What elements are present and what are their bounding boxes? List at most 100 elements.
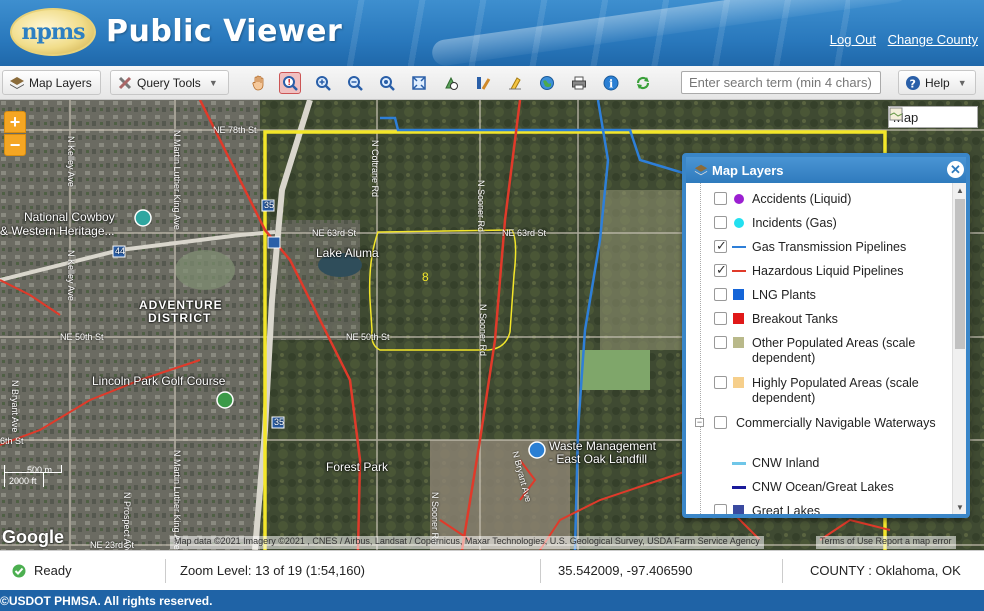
layer-item[interactable]: CNW Ocean/Great Lakes [686, 479, 956, 499]
map-terms-links[interactable]: Terms of Use Report a map error [816, 536, 956, 549]
collapse-icon[interactable]: − [695, 418, 704, 427]
road-label: NE 50th St [346, 332, 390, 342]
zoom-previous-icon[interactable] [376, 72, 398, 94]
layer-item[interactable]: Gas Transmission Pipelines [686, 238, 956, 259]
layer-checkbox[interactable] [714, 504, 727, 514]
layer-item[interactable]: CNW Inland [686, 455, 956, 475]
zoom-in-button[interactable]: + [4, 111, 26, 133]
layer-item[interactable]: − Commercially Navigable Waterways [686, 415, 956, 451]
layer-checkbox[interactable] [714, 238, 727, 254]
poi-label: National Cowboy [24, 210, 115, 224]
poi-label: & Western Heritage... [0, 224, 115, 238]
layers-icon [694, 164, 708, 176]
scale-bar: 500 m 2000 ft [4, 465, 62, 487]
layer-label: LNG Plants [752, 288, 816, 302]
road-label: NE 78th St [213, 125, 257, 135]
log-out-link[interactable]: Log Out [830, 32, 876, 47]
poi-label: Lake Aluma [316, 246, 379, 260]
info-icon[interactable]: i [600, 72, 622, 94]
change-county-link[interactable]: Change County [888, 32, 978, 47]
layer-label: Great Lakes [752, 504, 821, 514]
scrollbar-thumb[interactable] [955, 199, 965, 349]
logo-text: npms [21, 19, 85, 45]
status-separator [165, 559, 166, 583]
layer-item[interactable]: LNG Plants [686, 287, 956, 307]
poi-label: Waste Management [549, 439, 656, 453]
layer-item[interactable]: Great Lakes [686, 503, 956, 514]
map-layers-button[interactable]: Map Layers [2, 70, 101, 95]
layers-panel-titlebar[interactable]: Map Layers ✕ [686, 157, 966, 183]
layer-checkbox[interactable] [714, 312, 727, 325]
point-symbol-icon [734, 194, 744, 204]
layer-item[interactable]: Incidents (Gas) [686, 215, 956, 235]
svg-text:?: ? [910, 77, 916, 90]
polygon-symbol-icon [733, 377, 744, 388]
zoom-control: + − [4, 111, 26, 156]
line-symbol-icon [732, 486, 746, 489]
layer-checkbox[interactable] [714, 262, 727, 278]
footer: ©USDOT PHMSA. All rights reserved. [0, 590, 984, 611]
clear-icon[interactable] [440, 72, 462, 94]
road-label: N Sooner Rd [476, 180, 486, 233]
layer-checkbox[interactable] [714, 336, 727, 349]
basemap-toggle-button[interactable]: Map [888, 106, 978, 128]
district-label: ADVENTURE [139, 298, 223, 312]
layer-item[interactable]: Highly Populated Areas (scale dependent) [686, 375, 956, 411]
layer-checkbox[interactable] [714, 376, 727, 389]
zoom-in-icon[interactable] [312, 72, 334, 94]
point-symbol-icon [734, 218, 744, 228]
road-label: NE 63rd St [312, 228, 357, 238]
poi-label: Lincoln Park Golf Course [92, 374, 226, 388]
zoom-out-icon[interactable] [344, 72, 366, 94]
road-label: N Prospect Ave [122, 492, 132, 550]
query-tools-button[interactable]: Query Tools ▼ [110, 70, 229, 95]
zoom-level-text: Zoom Level: 13 of 19 (1:54,160) [180, 563, 366, 578]
search-input[interactable] [681, 71, 881, 94]
polygon-symbol-icon [733, 289, 744, 300]
refresh-icon[interactable] [632, 72, 654, 94]
line-symbol-icon [732, 462, 746, 465]
print-icon[interactable] [568, 72, 590, 94]
pan-hand-icon[interactable] [248, 72, 270, 94]
full-extent-icon[interactable] [408, 72, 430, 94]
draw-icon[interactable] [472, 72, 494, 94]
map-layers-label: Map Layers [29, 75, 92, 90]
layers-icon [10, 76, 24, 89]
scale-top: 500 m [4, 465, 62, 475]
identify-icon[interactable]: ! [279, 72, 301, 94]
globe-icon[interactable] [536, 72, 558, 94]
polygon-symbol-icon [733, 337, 744, 348]
header-links: Log Out Change County [822, 32, 978, 47]
road-label: N Kelley Ave [66, 250, 76, 301]
line-symbol-icon [732, 246, 746, 248]
interstate-label: 35 [274, 417, 285, 427]
help-button[interactable]: ? Help ▼ [898, 70, 976, 95]
layer-label: Commercially Navigable Waterways [736, 416, 936, 430]
eraser-icon[interactable] [504, 72, 526, 94]
layer-item[interactable]: Other Populated Areas (scale dependent) [686, 335, 956, 371]
status-separator [540, 559, 541, 583]
layer-label: Breakout Tanks [752, 312, 838, 326]
layers-panel-title: Map Layers [712, 162, 784, 178]
layer-checkbox[interactable] [714, 216, 727, 229]
zoom-out-button[interactable]: − [4, 134, 26, 156]
layer-item[interactable]: Hazardous Liquid Pipelines [686, 262, 956, 283]
layer-item[interactable]: Accidents (Liquid) [686, 191, 956, 211]
layer-checkbox[interactable] [714, 416, 727, 429]
area-number-label: 8 [422, 270, 429, 284]
layer-checkbox[interactable] [714, 192, 727, 205]
close-icon[interactable]: ✕ [947, 161, 964, 178]
chevron-down-icon: ▼ [208, 77, 218, 88]
app-title: Public Viewer [106, 14, 343, 49]
road-label: NE 50th St [60, 332, 104, 342]
layer-label: Highly Populated Areas (scale dependent) [752, 376, 919, 405]
help-icon: ? [906, 75, 920, 90]
layer-label: Accidents (Liquid) [752, 192, 852, 206]
layer-item[interactable]: Breakout Tanks [686, 311, 956, 331]
county-text: COUNTY : Oklahoma, OK [810, 563, 961, 578]
road-label: N Bryant Ave [10, 380, 20, 433]
tools-icon [118, 76, 132, 89]
interstate-label: 35 [264, 200, 275, 210]
layer-checkbox[interactable] [714, 288, 727, 301]
layer-label: CNW Inland [752, 456, 820, 470]
